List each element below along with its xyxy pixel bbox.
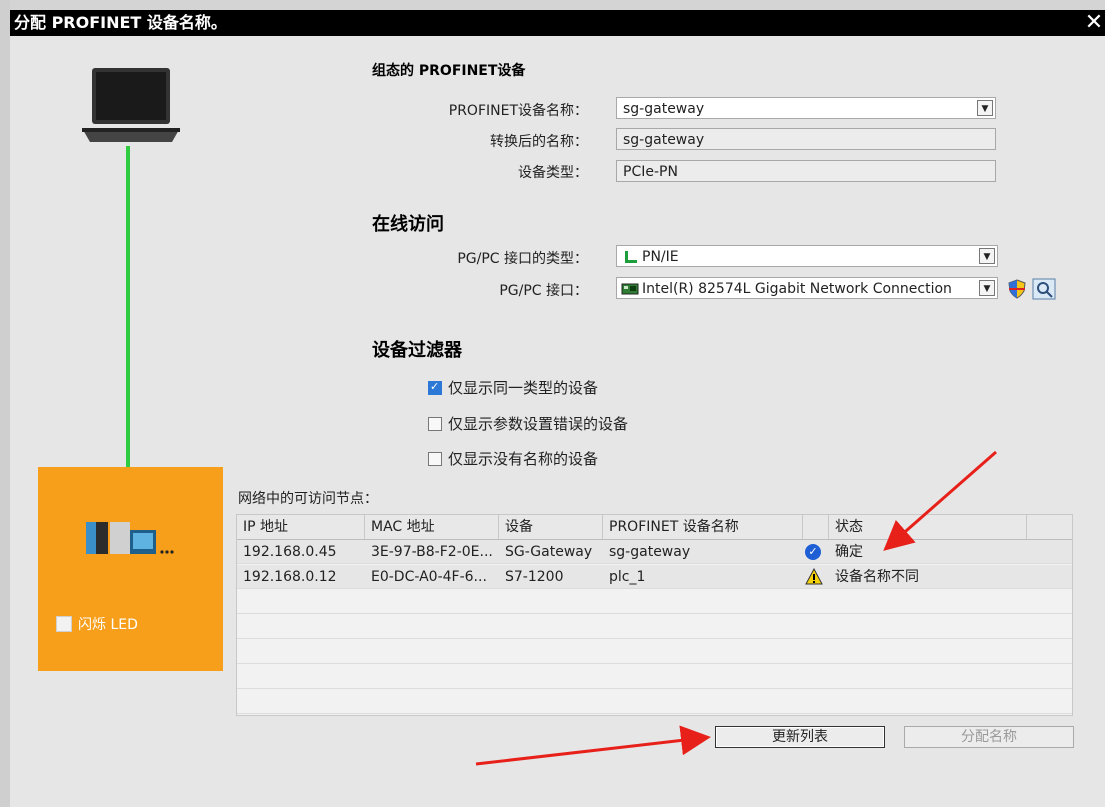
annotation-arrows: [475, 450, 997, 766]
arrow-to-update-button: [475, 725, 711, 766]
arrow-to-status: [883, 450, 997, 551]
